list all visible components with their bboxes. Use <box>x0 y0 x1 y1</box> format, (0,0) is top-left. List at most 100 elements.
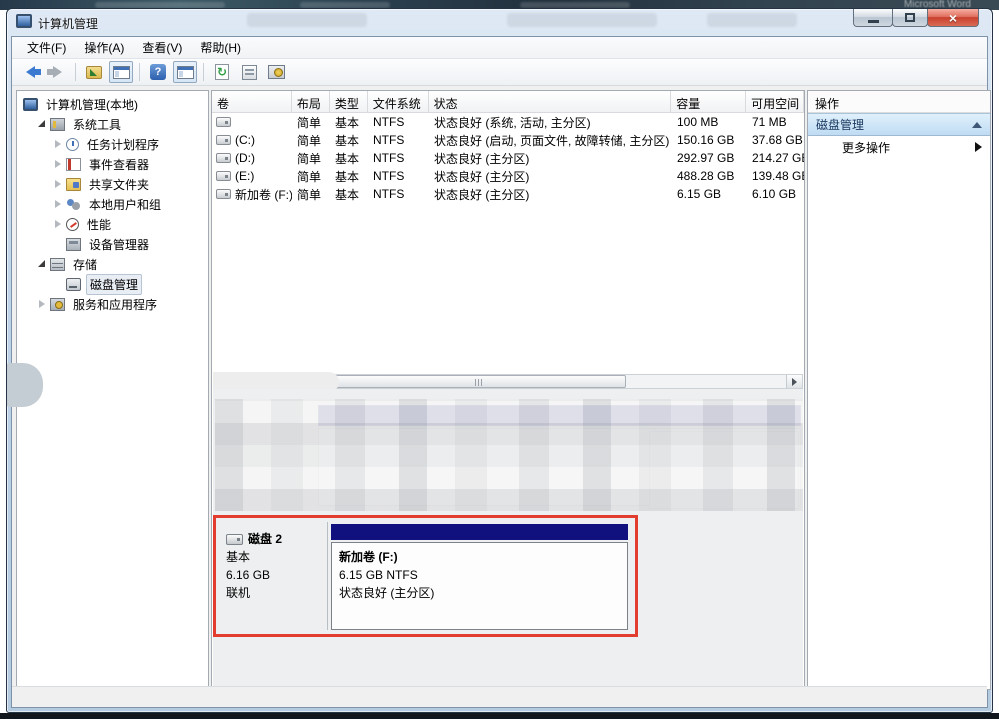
volume-layout: 简单 <box>292 150 330 167</box>
tree-item-services[interactable]: 服务和应用程序 <box>17 294 208 314</box>
local-users-icon <box>66 198 81 211</box>
scrollbar-right-arrow[interactable] <box>786 375 802 388</box>
device-manager-icon <box>66 238 81 251</box>
close-button[interactable]: × <box>927 9 979 27</box>
console-tree-button[interactable] <box>109 61 133 83</box>
volume-filesystem: NTFS <box>368 133 429 147</box>
minimize-button[interactable] <box>853 9 893 27</box>
expander-expanded-icon[interactable] <box>37 119 47 129</box>
titlebar-glass-blob <box>247 13 367 27</box>
console-window-button[interactable] <box>173 61 197 83</box>
tree-item-event-viewer[interactable]: 事件查看器 <box>17 154 208 174</box>
volume-row[interactable]: (C:) 简单 基本 NTFS 状态良好 (启动, 页面文件, 故障转储, 主分… <box>212 131 804 149</box>
disk-2-label-cell[interactable]: 磁盘 2 基本 6.16 GB 联机 <box>220 522 328 630</box>
export-button[interactable] <box>82 61 106 83</box>
tree-item-label: 性能 <box>84 215 114 234</box>
menu-action[interactable]: 操作(A) <box>75 36 133 59</box>
expander-collapsed-icon[interactable] <box>53 139 63 149</box>
volume-filesystem: NTFS <box>368 169 429 183</box>
volume-disk-icon <box>216 135 231 145</box>
volume-capacity: 488.28 GB <box>672 169 747 183</box>
actions-pane: 操作 磁盘管理 更多操作 <box>807 90 991 690</box>
volume-disk-icon <box>216 189 231 199</box>
help-button[interactable]: ? <box>146 61 170 83</box>
export-icon <box>86 66 102 79</box>
expander-collapsed-icon[interactable] <box>37 299 47 309</box>
console-tree-pane: 计算机管理(本地) 系统工具 任务计划程序 事件查看器 <box>16 90 209 690</box>
tree-item-label: 存储 <box>70 255 100 274</box>
tree-item-label: 任务计划程序 <box>84 135 162 154</box>
tree-item-label: 共享文件夹 <box>86 175 152 194</box>
volume-row[interactable]: (D:) 简单 基本 NTFS 状态良好 (主分区) 292.97 GB 214… <box>212 149 804 167</box>
volume-free-space: 139.48 GB <box>747 169 805 183</box>
volume-disk-icon <box>216 153 231 163</box>
tree-item-task-scheduler[interactable]: 任务计划程序 <box>17 134 208 154</box>
properties-icon <box>242 65 257 80</box>
volume-capacity: 292.97 GB <box>672 151 747 165</box>
volume-status: 状态良好 (启动, 页面文件, 故障转储, 主分区) <box>429 132 672 149</box>
column-header-free-space[interactable]: 可用空间 <box>746 91 804 112</box>
tree-item-label: 设备管理器 <box>86 235 152 254</box>
disk-1-region-censored <box>215 399 803 511</box>
maximize-icon <box>905 13 915 22</box>
volume-capacity: 6.15 GB <box>672 187 747 201</box>
disk-2-volume-block[interactable]: 新加卷 (F:) 6.15 GB NTFS 状态良好 (主分区) <box>331 522 628 632</box>
volume-type: 基本 <box>330 186 368 203</box>
tree-item-label: 计算机管理(本地) <box>43 95 141 114</box>
storage-icon <box>50 258 65 271</box>
volume-name: 新加卷 (F:) <box>235 186 292 203</box>
expander-collapsed-icon[interactable] <box>53 199 63 209</box>
more-actions-item[interactable]: 更多操作 <box>808 136 990 158</box>
tree-item-disk-management[interactable]: 磁盘管理 <box>17 274 208 294</box>
forward-icon <box>53 66 62 78</box>
volume-name: (D:) <box>235 151 255 165</box>
scrollbar-thumb[interactable] <box>331 375 626 388</box>
tree-item-computer-management[interactable]: 计算机管理(本地) <box>17 94 208 114</box>
column-header-layout[interactable]: 布局 <box>292 91 330 112</box>
disk-management-pane: 卷 布局 类型 文件系统 状态 容量 可用空间 简单 基本 NTFS 状态良好 … <box>211 90 805 690</box>
tree-item-system-tools[interactable]: 系统工具 <box>17 114 208 134</box>
expander-expanded-icon[interactable] <box>37 259 47 269</box>
tree-item-performance[interactable]: 性能 <box>17 214 208 234</box>
menu-bar: 文件(F) 操作(A) 查看(V) 帮助(H) <box>12 37 987 59</box>
window-icon <box>16 14 32 28</box>
volume-row[interactable]: 新加卷 (F:) 简单 基本 NTFS 状态良好 (主分区) 6.15 GB 6… <box>212 185 804 203</box>
back-button[interactable] <box>18 61 42 83</box>
volume-layout: 简单 <box>292 186 330 203</box>
refresh-icon: ↻ <box>215 64 229 80</box>
titlebar[interactable]: 计算机管理 × <box>7 9 992 36</box>
window-title: 计算机管理 <box>38 15 98 32</box>
menu-view[interactable]: 查看(V) <box>133 36 191 59</box>
expander-collapsed-icon[interactable] <box>53 179 63 189</box>
forward-button[interactable] <box>45 61 69 83</box>
tree-item-label: 系统工具 <box>70 115 124 134</box>
menu-help[interactable]: 帮助(H) <box>191 36 250 59</box>
column-header-filesystem[interactable]: 文件系统 <box>368 91 429 112</box>
maximize-button[interactable] <box>892 9 928 27</box>
column-header-type[interactable]: 类型 <box>330 91 368 112</box>
side-panel-handle[interactable] <box>7 363 43 407</box>
tree-item-storage[interactable]: 存储 <box>17 254 208 274</box>
refresh-button[interactable]: ↻ <box>210 61 234 83</box>
volume-type: 基本 <box>330 168 368 185</box>
expander-collapsed-icon[interactable] <box>53 219 63 229</box>
submenu-arrow-icon <box>975 142 982 152</box>
disk-config-button[interactable] <box>264 61 288 83</box>
actions-section-disk-management[interactable]: 磁盘管理 <box>808 113 990 136</box>
tree-item-local-users[interactable]: 本地用户和组 <box>17 194 208 214</box>
computer-icon <box>23 98 38 111</box>
volume-row[interactable]: 简单 基本 NTFS 状态良好 (系统, 活动, 主分区) 100 MB 71 … <box>212 113 804 131</box>
column-header-volume[interactable]: 卷 <box>212 91 292 112</box>
collapse-icon[interactable] <box>972 122 982 128</box>
column-header-capacity[interactable]: 容量 <box>671 91 746 112</box>
tree-item-shared-folders[interactable]: 共享文件夹 <box>17 174 208 194</box>
pixelation-overlay <box>215 399 803 511</box>
console-tree-icon <box>113 66 130 79</box>
properties-button[interactable] <box>237 61 261 83</box>
volume-row[interactable]: (E:) 简单 基本 NTFS 状态良好 (主分区) 488.28 GB 139… <box>212 167 804 185</box>
back-icon <box>26 66 35 78</box>
menu-file[interactable]: 文件(F) <box>18 36 75 59</box>
expander-collapsed-icon[interactable] <box>53 159 63 169</box>
column-header-status[interactable]: 状态 <box>429 91 672 112</box>
tree-item-device-manager[interactable]: 设备管理器 <box>17 234 208 254</box>
